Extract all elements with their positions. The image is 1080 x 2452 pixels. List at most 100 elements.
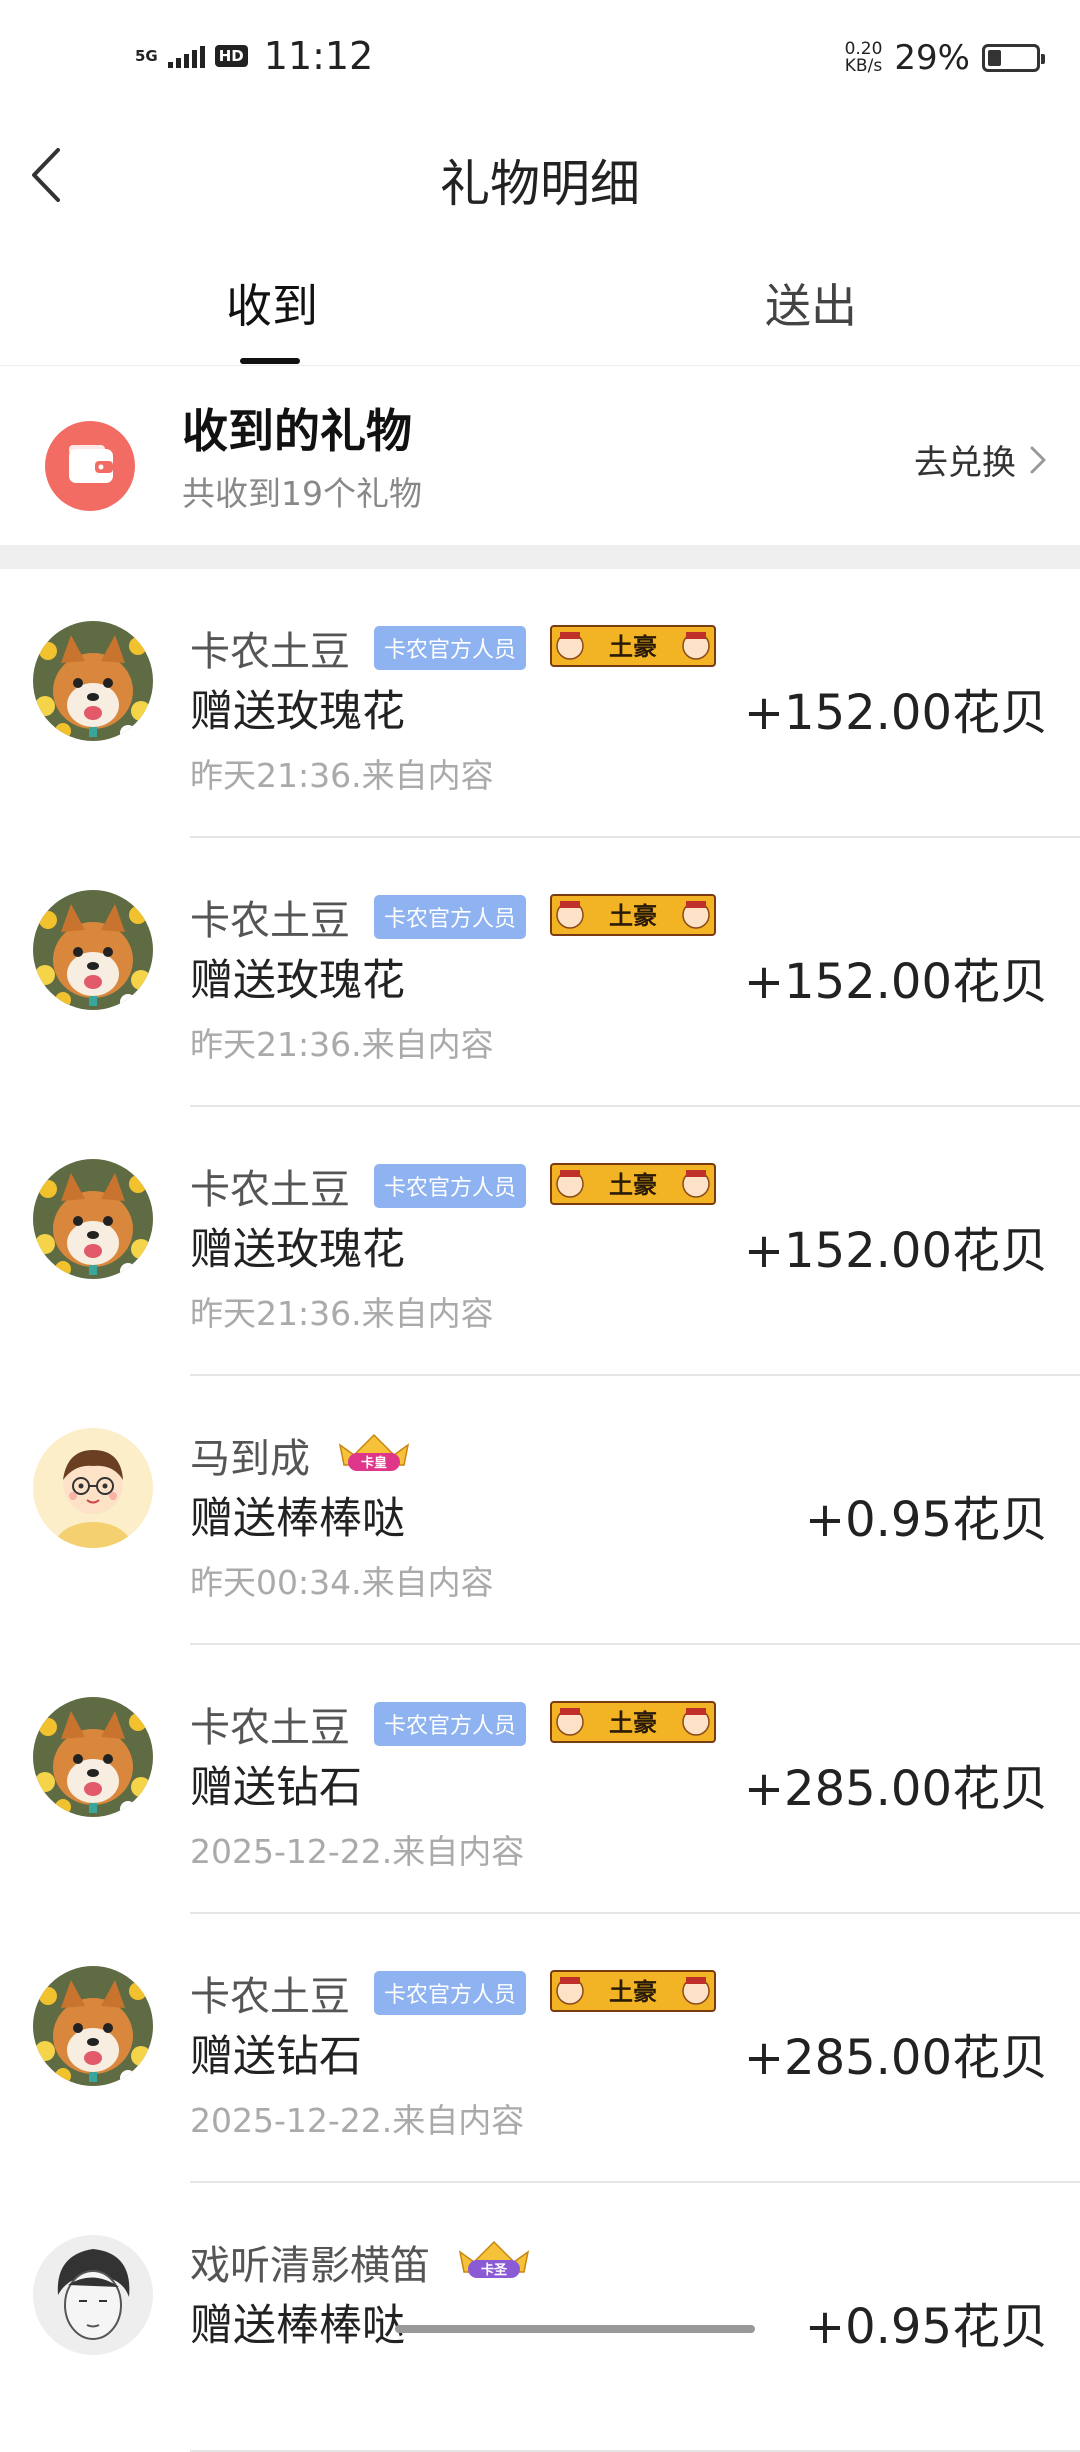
gift-list-item[interactable]: 卡农土豆 卡农官方人员 土豪 赠送钻石 2025-12-22.来自内容 +285.00… — [0, 1914, 1080, 2183]
user-name[interactable]: 卡农土豆 — [190, 888, 350, 946]
chevron-right-icon — [1030, 446, 1046, 473]
gift-amount: +285.00花贝 — [743, 2030, 1048, 2086]
crown-badge: 卡皇 — [338, 1433, 410, 1471]
page-title: 礼物明细 — [440, 155, 640, 213]
tuhao-badge-text: 土豪 — [609, 1708, 657, 1737]
battery-icon — [982, 44, 1045, 72]
gift-amount: +285.00花贝 — [743, 1761, 1048, 1817]
gift-list-item[interactable]: 卡农土豆 卡农官方人员 土豪 赠送玫瑰花昨天21:36.来自内容 +152.00花贝 — [0, 569, 1080, 838]
crown-badge-text: 卡皇 — [361, 1455, 387, 1471]
gift-amount: +152.00花贝 — [743, 685, 1048, 741]
tuhao-badge: 土豪 — [550, 1701, 717, 1743]
level-badge: 土豪 — [550, 625, 717, 671]
user-avatar[interactable] — [33, 1159, 153, 1279]
gift-time: 2025-12-22.来自内容 — [190, 1832, 525, 1871]
battery-percent: 29% — [894, 38, 970, 78]
level-badge: 土豪 — [550, 1163, 717, 1209]
summary-count: 共收到19个礼物 — [182, 474, 422, 513]
hd-badge: HD — [214, 45, 248, 67]
tab-bar: 收到 送出 — [0, 250, 1080, 366]
gift-time: 昨天21:36.来自内容 — [190, 1025, 494, 1064]
tuhao-badge: 土豪 — [550, 1970, 717, 2012]
level-badge: 土豪 — [550, 1701, 717, 1747]
gift-action: 赠送钻石 — [190, 2032, 362, 2082]
page-header: 礼物明细 — [0, 120, 1080, 230]
user-avatar[interactable] — [33, 1697, 153, 1817]
gift-list-item[interactable]: 卡农土豆 卡农官方人员 土豪 赠送玫瑰花昨天21:36.来自内容 +152.00花贝 — [0, 1107, 1080, 1376]
home-indicator[interactable] — [395, 2325, 755, 2333]
gift-amount: +0.95花贝 — [804, 2299, 1048, 2355]
crown-level-badge: 卡皇 — [334, 1431, 414, 1479]
gift-action: 赠送棒棒哒 — [190, 2301, 405, 2351]
level-badge: 土豪 — [550, 1970, 717, 2016]
tuhao-badge-text: 土豪 — [609, 1170, 657, 1199]
official-staff-badge: 卡农官方人员 — [374, 1702, 527, 1746]
battery-fill — [988, 50, 1002, 66]
redeem-label: 去兑换 — [914, 443, 1016, 483]
user-avatar[interactable] — [33, 890, 153, 1010]
tab-sent[interactable]: 送出 — [765, 270, 857, 336]
tuhao-badge: 土豪 — [550, 894, 717, 936]
gift-action: 赠送玫瑰花 — [190, 1225, 405, 1275]
tuhao-badge-text: 土豪 — [609, 632, 657, 661]
official-staff-badge: 卡农官方人员 — [374, 626, 527, 670]
user-avatar[interactable] — [33, 621, 153, 741]
user-avatar[interactable] — [33, 1428, 153, 1548]
name-line: 卡农土豆 卡农官方人员 土豪 — [190, 1157, 717, 1215]
signal-icon — [167, 44, 205, 68]
gift-list-item[interactable]: 马到成 卡皇 赠送棒棒哒昨天00:34.来自内容 +0.95花贝 — [0, 1376, 1080, 1645]
gift-list-item[interactable]: 卡农土豆 卡农官方人员 土豪 赠送玫瑰花昨天21:36.来自内容 +152.00花贝 — [0, 838, 1080, 1107]
gift-list: 卡农土豆 卡农官方人员 土豪 赠送玫瑰花 昨天21:36.来自内容 +152.00花贝… — [0, 569, 1080, 2452]
tuhao-badge: 土豪 — [550, 1163, 717, 1205]
clock: 11:12 — [263, 34, 374, 78]
name-line: 卡农土豆 卡农官方人员 土豪 — [190, 1964, 717, 2022]
crown-level-badge: 卡圣 — [454, 2238, 534, 2286]
user-name[interactable]: 卡农土豆 — [190, 619, 350, 677]
wallet-icon — [45, 421, 135, 511]
gift-action: 赠送玫瑰花 — [190, 687, 405, 737]
tuhao-badge-text: 土豪 — [609, 901, 657, 930]
tuhao-badge: 土豪 — [550, 625, 717, 667]
status-bar: 5G HD 11:12 0.20 KB/s 29% — [0, 0, 1080, 120]
gift-action: 赠送钻石 — [190, 1763, 362, 1813]
section-divider — [0, 545, 1080, 569]
network-type: 5G — [135, 47, 158, 65]
gift-time: 昨天21:36.来自内容 — [190, 1294, 494, 1333]
crown-badge-text: 卡圣 — [481, 2262, 508, 2278]
user-name[interactable]: 戏听清影横笛 — [190, 2233, 430, 2291]
name-line: 卡农土豆 卡农官方人员 土豪 — [190, 619, 717, 677]
status-left: 5G HD 11:12 — [135, 34, 373, 78]
tab-received[interactable]: 收到 — [226, 270, 318, 336]
name-line: 卡农土豆 卡农官方人员 土豪 — [190, 888, 717, 946]
status-right: 0.20 KB/s 29% — [845, 38, 1045, 78]
gift-time: 昨天00:34.来自内容 — [190, 1563, 494, 1602]
name-line: 卡农土豆 卡农官方人员 土豪 — [190, 1695, 717, 1753]
summary-title: 收到的礼物 — [182, 404, 412, 458]
gift-action: 赠送玫瑰花 — [190, 956, 405, 1006]
gift-amount: +0.95花贝 — [804, 1492, 1048, 1548]
gift-action: 赠送棒棒哒 — [190, 1494, 405, 1544]
user-avatar[interactable] — [33, 1966, 153, 2086]
level-badge: 土豪 — [550, 894, 717, 940]
gift-list-item[interactable]: 戏听清影横笛 卡圣 赠送棒棒哒 +0.95花贝 — [0, 2183, 1080, 2452]
redeem-button[interactable]: 去兑换 — [914, 435, 1050, 484]
gift-list-item[interactable]: 卡农土豆 卡农官方人员 土豪 赠送钻石 2025-12-22.来自内容 +285.00… — [0, 1645, 1080, 1914]
user-name[interactable]: 马到成 — [190, 1426, 310, 1484]
user-name[interactable]: 卡农土豆 — [190, 1964, 350, 2022]
official-staff-badge: 卡农官方人员 — [374, 1164, 527, 1208]
speed-unit: KB/s — [844, 56, 883, 76]
name-line: 戏听清影横笛 卡圣 — [190, 2233, 534, 2291]
tuhao-badge-text: 土豪 — [609, 1977, 657, 2006]
gift-time: 昨天21:36.来自内容 — [190, 756, 494, 795]
gift-amount: +152.00花贝 — [743, 1223, 1048, 1279]
user-avatar[interactable] — [33, 2235, 153, 2355]
network-speed: 0.20 KB/s — [845, 41, 883, 75]
gift-summary: 收到的礼物 共收到19个礼物 去兑换 — [0, 365, 1080, 545]
gift-amount: +152.00花贝 — [743, 954, 1048, 1010]
gift-time: 2025-12-22.来自内容 — [190, 2101, 525, 2140]
user-name[interactable]: 卡农土豆 — [190, 1157, 350, 1215]
official-staff-badge: 卡农官方人员 — [374, 895, 527, 939]
user-name[interactable]: 卡农土豆 — [190, 1695, 350, 1753]
tab-active-indicator — [240, 358, 300, 364]
official-staff-badge: 卡农官方人员 — [374, 1971, 527, 2015]
